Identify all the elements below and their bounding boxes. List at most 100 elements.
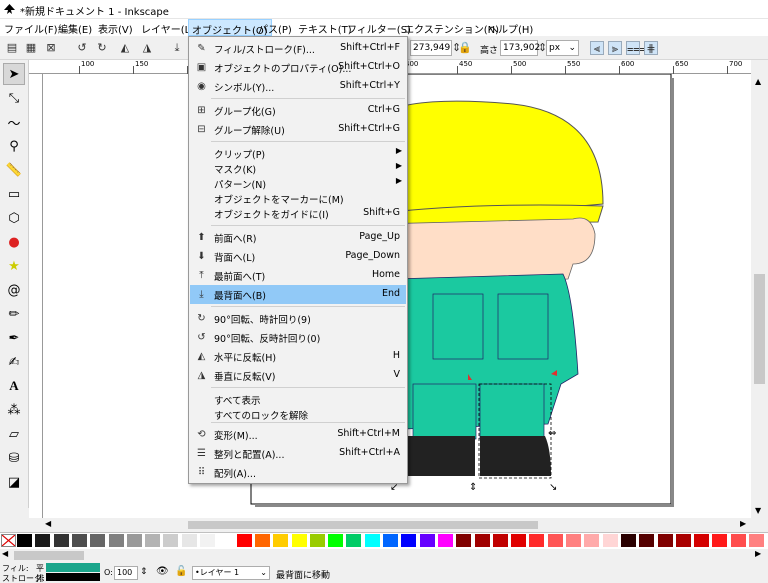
transform-corners-icon[interactable]: ⫸ [608,41,622,55]
color-swatch[interactable] [35,534,51,547]
color-swatch[interactable] [200,534,215,547]
color-swatch[interactable] [383,534,398,547]
select-all-icon[interactable]: ▤ [5,41,19,55]
object-menu-item[interactable]: ◮ 垂直に反転(V) V [190,366,406,385]
menu-item-8[interactable]: エクステンション(N) [404,21,499,36]
menu-item-0[interactable]: ファイル(F) [4,21,58,36]
color-swatch[interactable] [566,534,581,547]
color-swatch[interactable] [675,534,691,547]
transform-patterns-icon[interactable]: ⋕ [644,41,658,55]
color-swatch[interactable] [71,534,87,547]
measure-tool-icon[interactable]: 📏 [3,159,25,181]
object-menu-item[interactable]: ◉ シンボル(Y)... Shift+Ctrl+Y [190,77,406,96]
palette-scroll-right-icon[interactable]: ▶ [755,549,761,558]
color-swatch[interactable] [17,534,32,547]
fill-indicator[interactable] [46,563,100,572]
object-menu-item[interactable]: ↻ 90°回転、時計回り(9) [190,309,406,328]
object-menu-item[interactable]: ▣ オブジェクトのプロパティ(O)... Shift+Ctrl+O [190,58,406,77]
rotate-cw-icon[interactable]: ↻ [95,41,109,55]
color-swatch[interactable] [657,534,673,547]
scroll-up-icon[interactable]: ▲ [755,77,761,86]
opacity-spin-icon[interactable]: ⇕ [140,567,148,577]
selector-tool-icon[interactable]: ➤ [3,63,25,85]
3dbox-tool-icon[interactable]: ⬡ [3,207,25,229]
object-menu-item[interactable]: ✎ フィル/ストローク(F)... Shift+Ctrl+F [190,39,406,58]
color-swatch[interactable] [273,534,289,547]
vertical-ruler[interactable] [29,74,43,518]
color-swatch[interactable] [419,534,435,547]
object-menu-item[interactable]: ⊟ グループ解除(U) Shift+Ctrl+G [190,120,406,139]
unit-select[interactable]: px ⌄ [546,40,579,56]
flip-v-icon[interactable]: ◮ [140,41,154,55]
height-spin-icon[interactable]: ⇕ [538,41,547,55]
color-swatch[interactable] [694,534,710,547]
color-swatch[interactable] [145,534,161,547]
object-menu-item[interactable]: ⤒ 最前面へ(T) Home [190,266,406,285]
color-swatch[interactable] [364,534,380,547]
color-swatch[interactable] [474,534,490,547]
spray-tool-icon[interactable]: ⁂ [3,399,25,421]
color-swatch[interactable] [639,534,655,547]
color-swatch[interactable] [437,534,453,547]
lock-layer-icon[interactable]: 🔓 [175,566,187,577]
color-swatch[interactable] [584,534,600,547]
object-menu-item[interactable]: ⠿ 配列(A)... [190,463,406,482]
select-all-layers-icon[interactable]: ▦ [24,41,38,55]
boot-right[interactable] [480,436,551,476]
zoom-tool-icon[interactable]: ⚲ [3,135,25,157]
rectangle-tool-icon[interactable]: ▭ [3,183,25,205]
no-paint-swatch[interactable] [1,534,16,547]
calligraphy-tool-icon[interactable]: ✍ [3,351,25,373]
scroll-down-icon[interactable]: ▼ [755,506,761,515]
menu-item-6[interactable]: テキスト(T) [298,21,352,36]
palette-scroll-left-icon[interactable]: ◀ [2,549,8,558]
color-swatch[interactable] [309,534,325,547]
vertical-scroll-thumb[interactable] [754,274,765,384]
object-menu-item[interactable]: ⟲ 変形(M)... Shift+Ctrl+M [190,425,406,444]
color-swatch[interactable] [328,534,344,547]
menu-item-9[interactable]: ヘルプ(H) [488,21,533,36]
color-swatch[interactable] [511,534,527,547]
menu-item-2[interactable]: 表示(V) [98,21,133,36]
color-swatch[interactable] [492,534,508,547]
bucket-tool-icon[interactable]: ⛁ [3,447,25,469]
eye-icon[interactable]: 👁 [156,566,169,577]
text-tool-icon[interactable]: A [3,375,25,397]
palette-scrollbar[interactable]: ◀ ▶ [0,549,768,562]
transform-stroke-icon[interactable]: ⫷ [590,41,604,55]
scroll-left-icon[interactable]: ◀ [45,519,51,528]
vertical-scrollbar[interactable]: ▲ ▼ [751,74,768,518]
color-swatch[interactable] [90,534,106,547]
transform-gradients-icon[interactable]: ⩶ [626,41,646,55]
tweak-tool-icon[interactable]: 〜 [3,111,25,133]
palette-scroll-thumb[interactable] [14,551,84,560]
horizontal-scrollbar[interactable]: ◀ ▶ [43,518,751,532]
color-swatch[interactable] [749,534,764,547]
object-menu-item[interactable]: ⬆ 前面へ(R) Page_Up [190,228,406,247]
color-swatch[interactable] [108,534,124,547]
color-swatch[interactable] [291,534,307,547]
object-menu-item[interactable]: ↺ 90°回転、反時計回り(0) [190,328,406,347]
color-swatch[interactable] [547,534,563,547]
object-menu-item[interactable]: ☰ 整列と配置(A)... Shift+Ctrl+A [190,444,406,463]
color-swatch[interactable] [529,534,545,547]
color-swatch[interactable] [126,534,142,547]
color-swatch[interactable] [456,534,472,547]
object-menu-item[interactable]: ⊞ グループ化(G) Ctrl+G [190,101,406,120]
color-swatch[interactable] [254,534,270,547]
color-swatch[interactable] [620,534,636,547]
object-menu-item[interactable]: オブジェクトをガイドに(I) Shift+G [190,204,406,223]
boot-left[interactable] [408,436,475,476]
menu-item-3[interactable]: レイヤー(L) [141,21,194,36]
width-field[interactable]: 273,949 [410,40,452,56]
pen-tool-icon[interactable]: ✒ [3,327,25,349]
flip-h-icon[interactable]: ◭ [118,41,132,55]
menu-item-7[interactable]: フィルター(S) [347,21,411,36]
eraser-tool-icon[interactable]: ▱ [3,423,25,445]
color-swatch[interactable] [401,534,417,547]
color-swatch[interactable] [181,534,197,547]
height-field[interactable]: 173,902 [500,40,540,56]
menu-item-1[interactable]: 編集(E) [58,21,92,36]
layer-select[interactable]: •レイヤー 1 ⌄ [192,566,270,580]
opacity-field[interactable]: 100 [114,566,138,580]
